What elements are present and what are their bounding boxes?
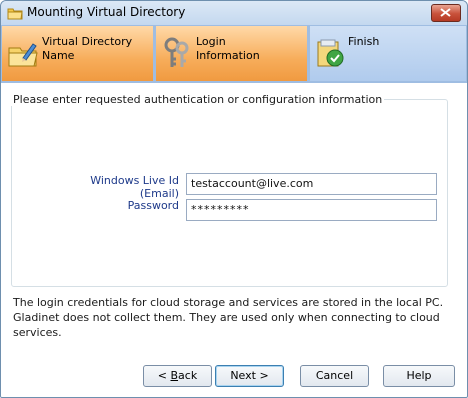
wizard-steps: Virtual Directory Name Login Information bbox=[1, 25, 467, 83]
title-bar: Mounting Virtual Directory bbox=[1, 1, 467, 25]
help-button[interactable]: Help bbox=[383, 365, 455, 387]
email-input[interactable]: testaccount@live.com bbox=[186, 173, 437, 195]
folder-edit-icon bbox=[7, 36, 39, 70]
close-button[interactable] bbox=[431, 4, 461, 22]
window-title: Mounting Virtual Directory bbox=[27, 5, 186, 19]
password-input[interactable]: ********* bbox=[186, 199, 437, 221]
next-button[interactable]: Next > bbox=[215, 365, 284, 387]
close-icon bbox=[440, 8, 451, 17]
step-label: Virtual Directory Name bbox=[42, 35, 133, 62]
back-button-prefix: < bbox=[157, 369, 171, 382]
group-title: Please enter requested authentication or… bbox=[11, 93, 385, 106]
email-label: Windows Live Id (Email) bbox=[90, 174, 179, 200]
keys-icon bbox=[161, 36, 193, 70]
wizard-window: Mounting Virtual Directory Virtual Direc… bbox=[0, 0, 468, 398]
cancel-button[interactable]: Cancel bbox=[300, 365, 369, 387]
back-button-rest: ack bbox=[178, 369, 198, 382]
finish-flag-icon bbox=[315, 36, 347, 70]
back-button[interactable]: < Back bbox=[143, 365, 212, 387]
folder-icon bbox=[7, 5, 23, 21]
back-button-mnemonic: B bbox=[170, 369, 179, 382]
step-label: Login Information bbox=[196, 35, 260, 62]
password-label: Password bbox=[127, 199, 179, 212]
step-login-information: Login Information bbox=[156, 26, 307, 81]
step-label: Finish bbox=[348, 35, 380, 48]
privacy-note: The login credentials for cloud storage … bbox=[13, 296, 444, 339]
step-finish: Finish bbox=[310, 26, 466, 81]
step-virtual-directory-name: Virtual Directory Name bbox=[2, 26, 153, 81]
